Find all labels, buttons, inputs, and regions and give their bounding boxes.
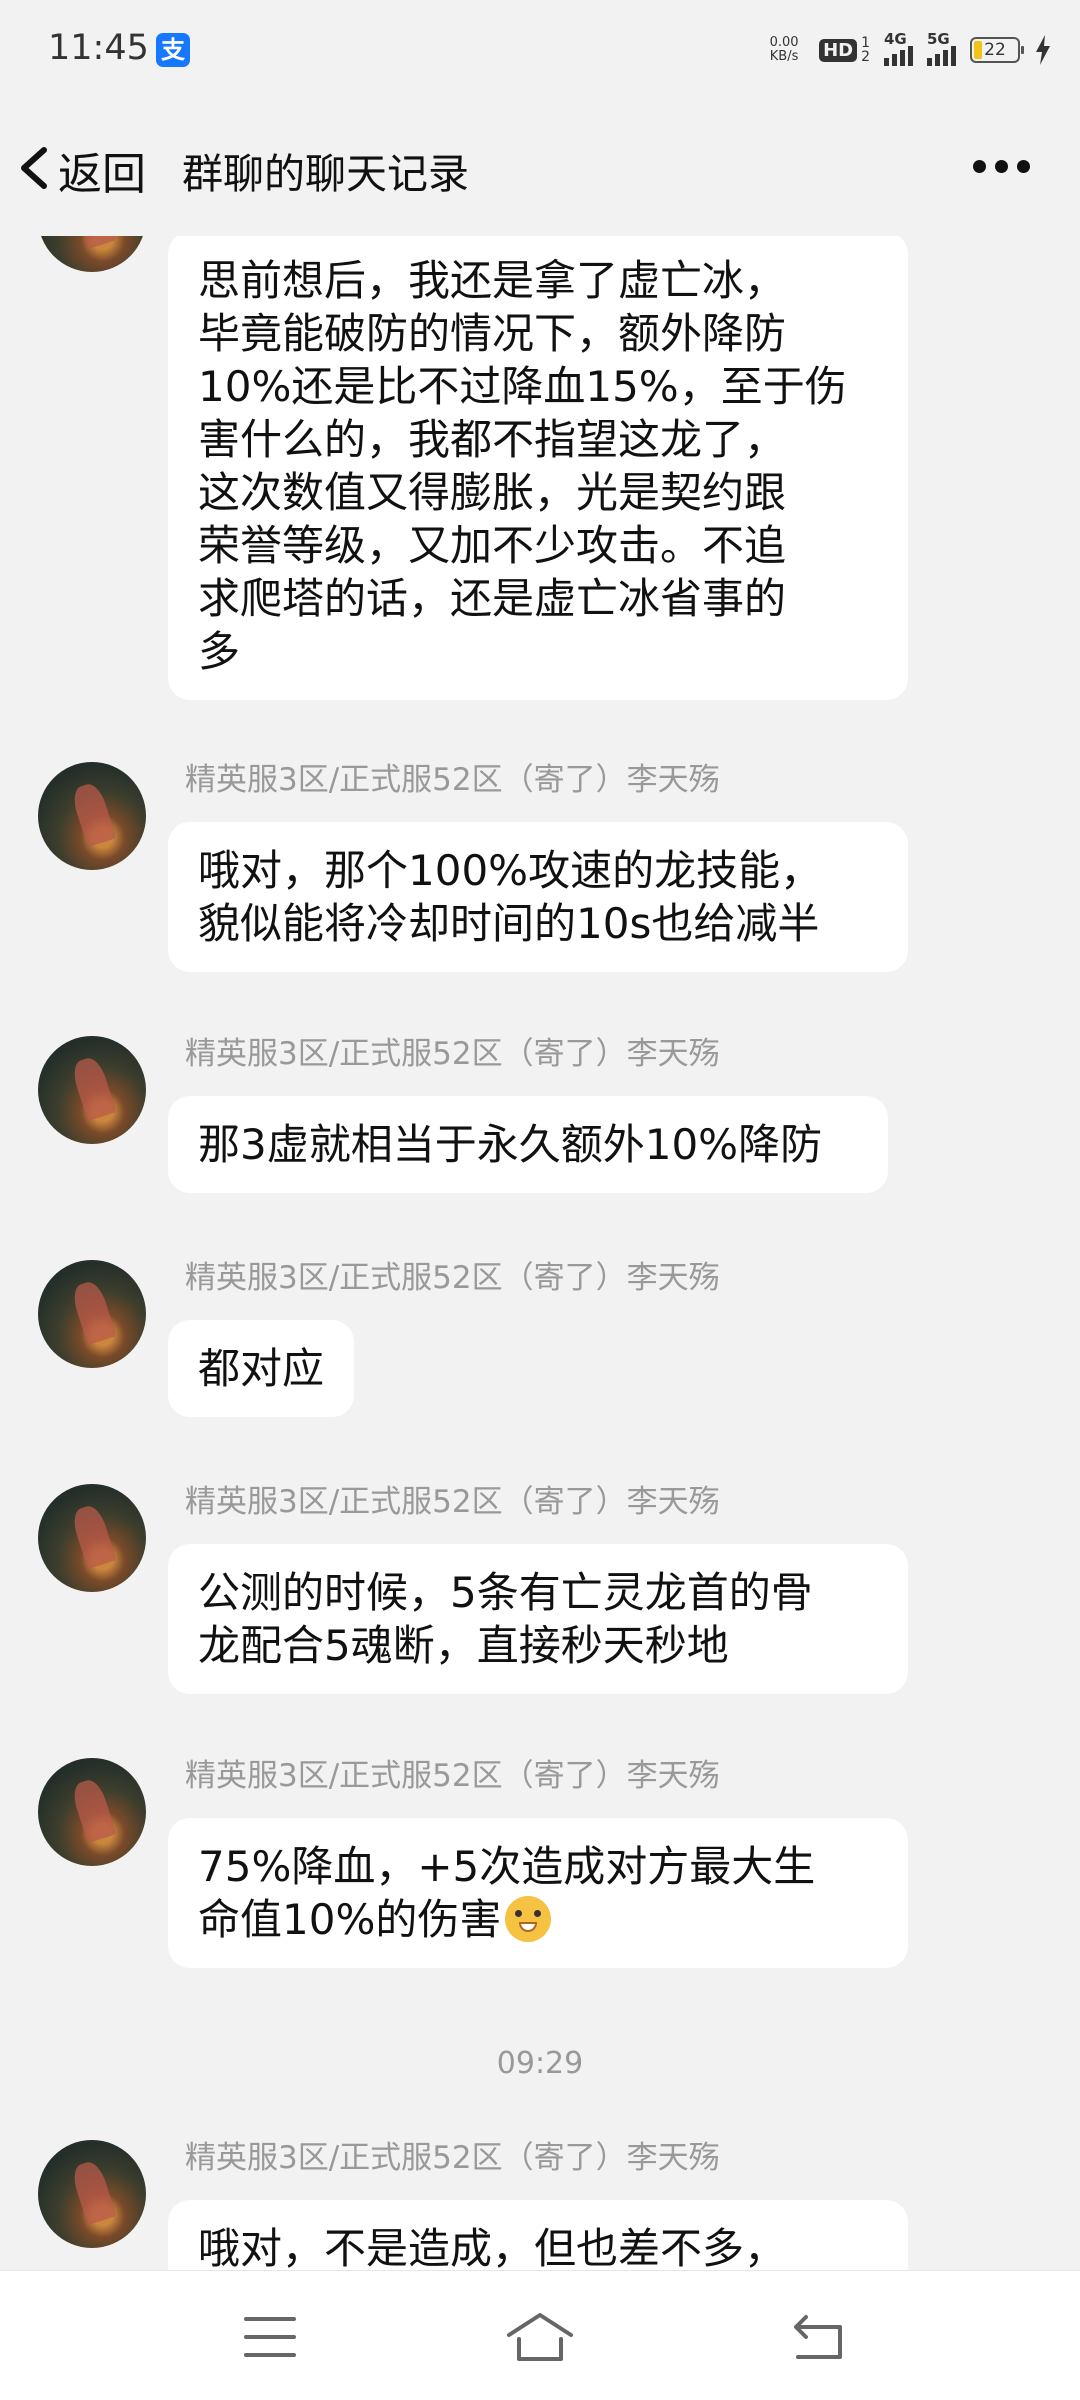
signal-4g-label: 4G: [884, 30, 907, 48]
message-bubble[interactable]: 哦对，不是造成，但也差不多，: [168, 2200, 908, 2270]
sender-avatar[interactable]: [38, 2140, 146, 2248]
back-chevron-icon[interactable]: [14, 144, 54, 192]
chat-message-list[interactable]: 思前想后，我还是拿了虚亡冰， 毕竟能破防的情况下，额外降防 10%还是比不过降血…: [0, 236, 1080, 2270]
hd-voice-icon: HD: [819, 38, 858, 62]
sender-name: 精英服3区/正式服52区（寄了）李天殇: [185, 762, 720, 798]
signal-5g-icon: 5G: [927, 30, 956, 66]
network-speed-value: 0.00: [769, 35, 799, 50]
message-bubble[interactable]: 那3虚就相当于永久额外10%降防: [168, 1096, 888, 1193]
sender-name: 精英服3区/正式服52区（寄了）李天殇: [185, 1758, 720, 1794]
sender-name: 精英服3区/正式服52区（寄了）李天殇: [185, 1036, 720, 1072]
home-icon[interactable]: [505, 2309, 575, 2365]
system-navigation-bar: [0, 2270, 1080, 2400]
charging-icon: [1036, 35, 1050, 65]
message-bubble[interactable]: 哦对，那个100%攻速的龙技能， 貌似能将冷却时间的10s也给减半: [168, 822, 908, 972]
sender-name: 精英服3区/正式服52区（寄了）李天殇: [185, 1484, 720, 1520]
sender-avatar[interactable]: [38, 1260, 146, 1368]
sender-avatar[interactable]: [38, 1036, 146, 1144]
alipay-icon: 支: [156, 33, 190, 67]
sender-avatar[interactable]: [38, 762, 146, 870]
back-button[interactable]: 返回: [58, 138, 146, 202]
time-separator: 09:29: [496, 2046, 584, 2081]
menu-icon[interactable]: [240, 2309, 300, 2365]
more-options-icon[interactable]: [973, 160, 1030, 173]
network-speed-unit: KB/s: [769, 49, 799, 64]
battery-icon: 22: [970, 37, 1024, 63]
hd-sim-top: 1: [861, 35, 870, 51]
sender-avatar[interactable]: [38, 236, 146, 272]
message-bubble[interactable]: 75%降血，+5次造成对方最大生 命值10%的伤害: [168, 1818, 908, 1968]
sender-name: 精英服3区/正式服52区（寄了）李天殇: [185, 1260, 720, 1296]
message-bubble[interactable]: 公测的时候，5条有亡灵龙首的骨 龙配合5魂断，直接秒天秒地: [168, 1544, 908, 1694]
battery-level: 22: [984, 40, 1006, 60]
status-bar: 11:45 支 0.00 KB/s HD 1 2 4G 5G 22: [0, 0, 1080, 100]
back-icon[interactable]: [790, 2309, 850, 2365]
sender-name: 精英服3区/正式服52区（寄了）李天殇: [185, 2140, 720, 2176]
status-icons: 0.00 KB/s HD 1 2 4G 5G 22: [763, 28, 1052, 72]
page-title: 群聊的聊天记录: [182, 150, 469, 198]
title-bar: 返回 群聊的聊天记录: [0, 100, 1080, 236]
hd-sim-indicator: 1 2: [861, 36, 870, 64]
message-bubble[interactable]: 思前想后，我还是拿了虚亡冰， 毕竟能破防的情况下，额外降防 10%还是比不过降血…: [168, 236, 908, 700]
sender-avatar[interactable]: [38, 1758, 146, 1866]
message-bubble[interactable]: 都对应: [168, 1320, 355, 1417]
chat-history-screen: 11:45 支 0.00 KB/s HD 1 2 4G 5G 22 返回 群聊的…: [0, 0, 1080, 2400]
doge-emoji-icon: [505, 1896, 552, 1942]
signal-4g-icon: 4G: [884, 30, 913, 66]
signal-5g-label: 5G: [927, 30, 950, 48]
network-speed: 0.00 KB/s: [763, 36, 805, 64]
hd-sim-bottom: 2: [861, 49, 870, 65]
status-time: 11:45: [48, 28, 149, 68]
sender-avatar[interactable]: [38, 1484, 146, 1592]
